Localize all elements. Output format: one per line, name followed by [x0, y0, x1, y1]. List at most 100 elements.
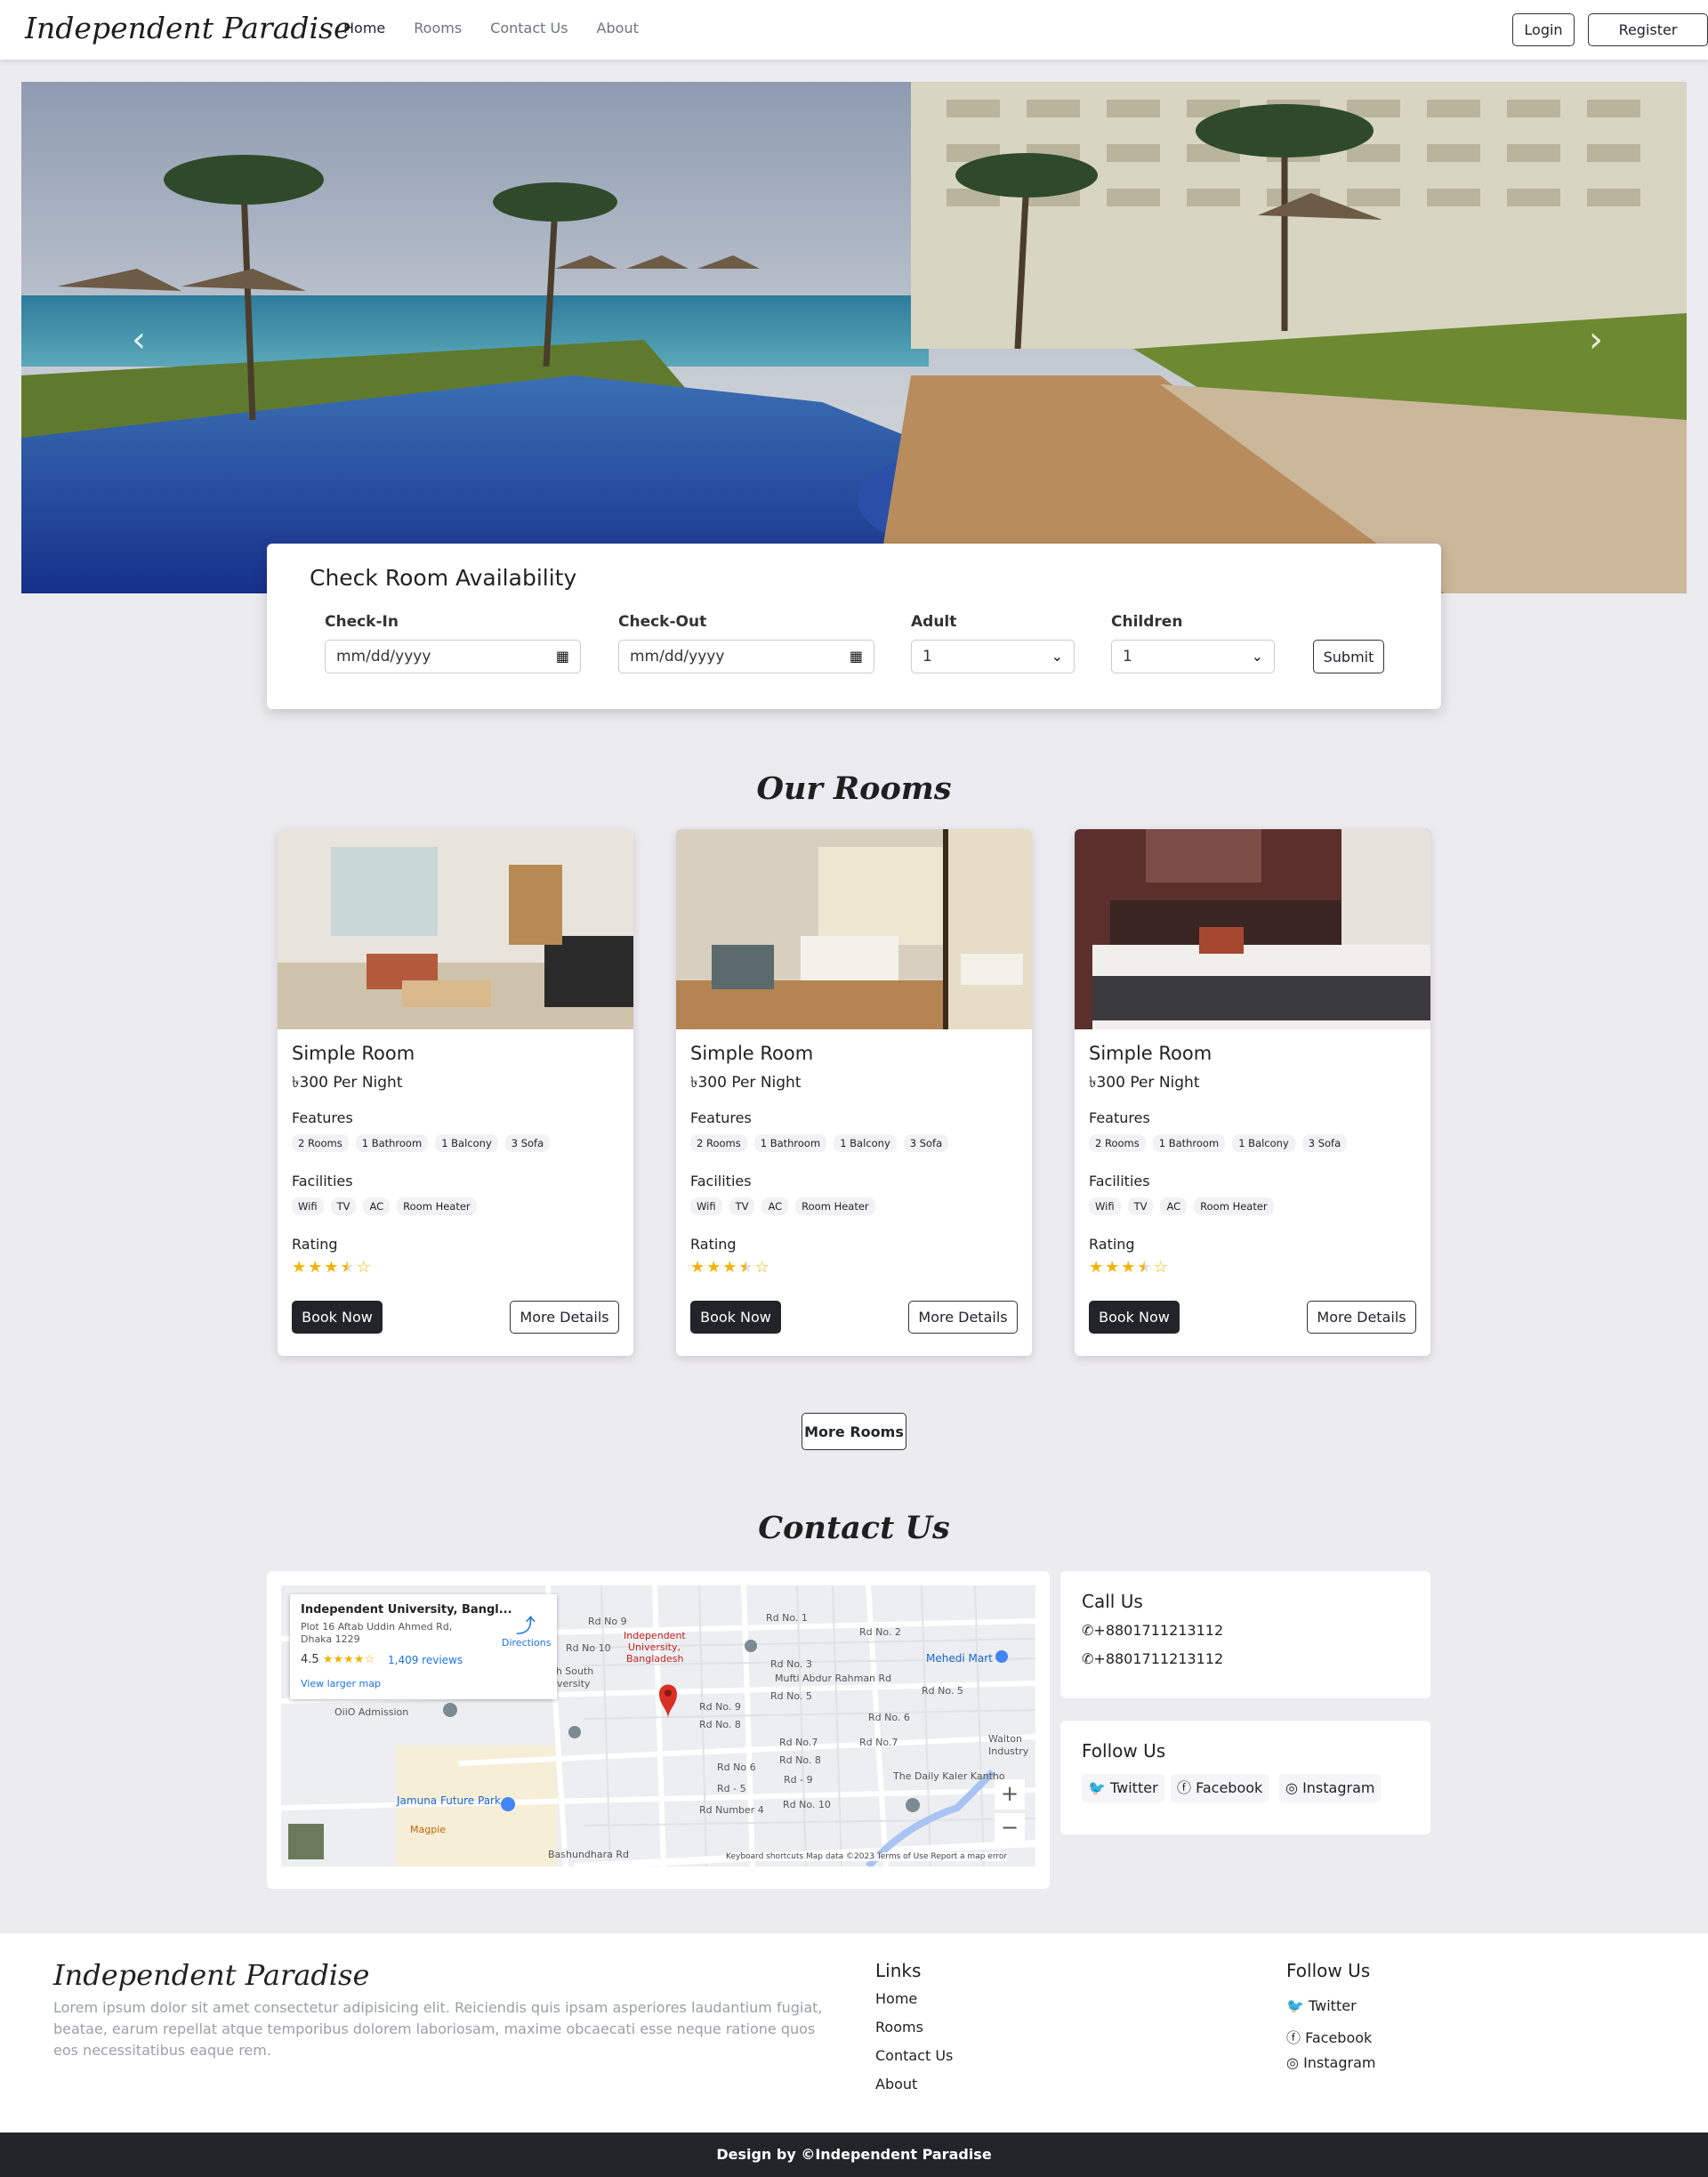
carousel-next-icon[interactable]: › — [1578, 322, 1614, 358]
room-photo — [1075, 829, 1430, 1029]
book-now-button[interactable]: Book Now — [292, 1301, 383, 1334]
twitter-icon: 🐦 — [1286, 1997, 1304, 2014]
facility-badge: AC — [1160, 1197, 1188, 1215]
features-heading: Features — [1089, 1109, 1150, 1126]
rating-stars: ★ ★ ★ ★ ☆ — [690, 1258, 769, 1277]
nav-link-rooms[interactable]: Rooms — [414, 20, 462, 36]
facility-badge: TV — [729, 1197, 755, 1215]
nav-link-about[interactable]: About — [597, 20, 639, 36]
facilities-badges: Wifi TV AC Room Heater — [690, 1197, 875, 1215]
room-photo — [676, 829, 1032, 1029]
instagram-link[interactable]: ◎ Instagram — [1279, 1774, 1382, 1802]
phone-number[interactable]: ✆+8801711213112 — [1082, 1650, 1223, 1667]
svg-text:Rd No. 1: Rd No. 1 — [766, 1612, 808, 1624]
feature-badge: 2 Rooms — [690, 1134, 747, 1152]
phone-number[interactable]: ✆+8801711213112 — [1082, 1622, 1223, 1639]
feature-badge: 1 Balcony — [435, 1134, 498, 1152]
book-now-button[interactable]: Book Now — [1089, 1301, 1180, 1334]
svg-text:Rd No.7: Rd No.7 — [859, 1737, 898, 1748]
adult-select[interactable]: 1 ⌄ — [911, 640, 1075, 673]
call-us-card: Call Us ✆+8801711213112 ✆+8801711213112 — [1060, 1571, 1430, 1698]
directions-icon[interactable]: ⤴ — [516, 1610, 536, 1639]
zoom-in-icon[interactable]: + — [995, 1779, 1025, 1810]
facility-badge: Wifi — [1089, 1197, 1121, 1215]
room-name: Simple Room — [690, 1043, 814, 1064]
svg-text:Bangladesh: Bangladesh — [626, 1653, 684, 1665]
our-rooms-title: Our Rooms — [756, 770, 952, 807]
carousel-prev-icon[interactable]: ‹ — [121, 322, 157, 358]
svg-text:Rd No.7: Rd No.7 — [779, 1737, 818, 1748]
svg-text:Rd - 5: Rd - 5 — [717, 1783, 746, 1794]
facility-badge: TV — [330, 1197, 357, 1215]
login-button[interactable]: Login — [1512, 13, 1575, 46]
embedded-map[interactable]: Rd No 9 Rd No 10 Rd No. 1 Rd No. 2 Rd No. … — [281, 1585, 1035, 1867]
room-price: ৳300 Per Night — [1089, 1074, 1200, 1092]
facebook-icon: ⓕ — [1177, 1779, 1192, 1796]
facility-badge: Wifi — [292, 1197, 324, 1215]
map-reviews-link[interactable]: 1,409 reviews — [388, 1654, 463, 1666]
adult-label: Adult — [911, 613, 957, 631]
nav-link-home[interactable]: Home — [343, 20, 385, 36]
rating-heading: Rating — [1089, 1236, 1135, 1253]
more-details-button[interactable]: More Details — [908, 1301, 1018, 1334]
svg-text:Rd No 10: Rd No 10 — [566, 1642, 611, 1654]
facility-badge: TV — [1127, 1197, 1154, 1215]
more-rooms-button[interactable]: More Rooms — [802, 1413, 906, 1450]
facility-badge: Room Heater — [795, 1197, 875, 1215]
feature-badge: 1 Balcony — [1232, 1134, 1295, 1152]
footer-link-home[interactable]: Home — [875, 1990, 917, 2007]
star-icon: ★ — [324, 1258, 339, 1277]
svg-text:Rd No. 5: Rd No. 5 — [922, 1685, 963, 1697]
view-larger-map-link[interactable]: View larger map — [301, 1678, 381, 1689]
footer-instagram-link[interactable]: ◎ Instagram — [1286, 2054, 1375, 2071]
twitter-link[interactable]: 🐦 Twitter — [1082, 1774, 1164, 1802]
calendar-icon[interactable]: ▦ — [556, 641, 569, 673]
calendar-icon[interactable]: ▦ — [850, 641, 863, 673]
svg-text:Rd No. 2: Rd No. 2 — [859, 1626, 901, 1638]
zoom-out-icon[interactable]: − — [995, 1813, 1025, 1843]
facility-badge: AC — [363, 1197, 391, 1215]
footer-facebook-link[interactable]: ⓕ Facebook — [1286, 2026, 1372, 2047]
svg-text:Industry: Industry — [988, 1746, 1029, 1757]
nav-link-contact[interactable]: Contact Us — [490, 20, 568, 36]
footer-follow-title: Follow Us — [1286, 1960, 1371, 1981]
footer-twitter-link[interactable]: 🐦 Twitter — [1286, 1997, 1357, 2014]
footer: Independent Paradise Lorem ipsum dolor s… — [0, 1933, 1708, 2133]
feature-badge: 3 Sofa — [903, 1134, 949, 1152]
footer-link-contact[interactable]: Contact Us — [875, 2047, 953, 2064]
svg-text:Rd Number 4: Rd Number 4 — [699, 1804, 764, 1816]
feature-badge: 1 Bathroom — [1152, 1134, 1226, 1152]
star-icon: ★ — [1121, 1258, 1136, 1277]
submit-button[interactable]: Submit — [1313, 640, 1384, 673]
svg-text:Rd No. 6: Rd No. 6 — [868, 1712, 910, 1723]
more-details-button[interactable]: More Details — [1307, 1301, 1416, 1334]
rating-stars-icon: ★★★★☆ — [322, 1653, 375, 1666]
availability-form: Check Room Availability Check-In mm/dd/y… — [267, 544, 1441, 709]
checkout-field[interactable]: mm/dd/yyyy ▦ — [618, 640, 874, 673]
more-details-button[interactable]: More Details — [510, 1301, 619, 1334]
footer-link-rooms[interactable]: Rooms — [875, 2019, 923, 2036]
star-icon: ★ — [340, 1258, 355, 1277]
directions-link[interactable]: Directions — [502, 1637, 551, 1649]
svg-text:Rd No 6: Rd No 6 — [717, 1762, 756, 1773]
footer-link-about[interactable]: About — [875, 2076, 917, 2092]
rating-heading: Rating — [292, 1236, 338, 1253]
svg-text:Rd No. 5: Rd No. 5 — [770, 1690, 812, 1702]
brand-logo[interactable]: Independent Paradise — [25, 11, 351, 45]
svg-text:Mehedi Mart: Mehedi Mart — [926, 1652, 993, 1665]
room-price: ৳300 Per Night — [292, 1074, 403, 1092]
star-icon: ★ — [722, 1258, 737, 1277]
register-button[interactable]: Register — [1588, 13, 1708, 46]
feature-badge: 1 Bathroom — [355, 1134, 429, 1152]
facilities-badges: Wifi TV AC Room Heater — [292, 1197, 477, 1215]
facebook-link[interactable]: ⓕ Facebook — [1171, 1774, 1269, 1802]
svg-text:University,: University, — [628, 1641, 681, 1653]
children-select[interactable]: 1 ⌄ — [1111, 640, 1275, 673]
checkin-field[interactable]: mm/dd/yyyy ▦ — [325, 640, 581, 673]
feature-badge: 2 Rooms — [1089, 1134, 1146, 1152]
star-icon: ★ — [1089, 1258, 1104, 1277]
book-now-button[interactable]: Book Now — [690, 1301, 781, 1334]
room-price: ৳300 Per Night — [690, 1074, 802, 1092]
room-photo — [278, 829, 633, 1029]
features-heading: Features — [292, 1109, 353, 1126]
